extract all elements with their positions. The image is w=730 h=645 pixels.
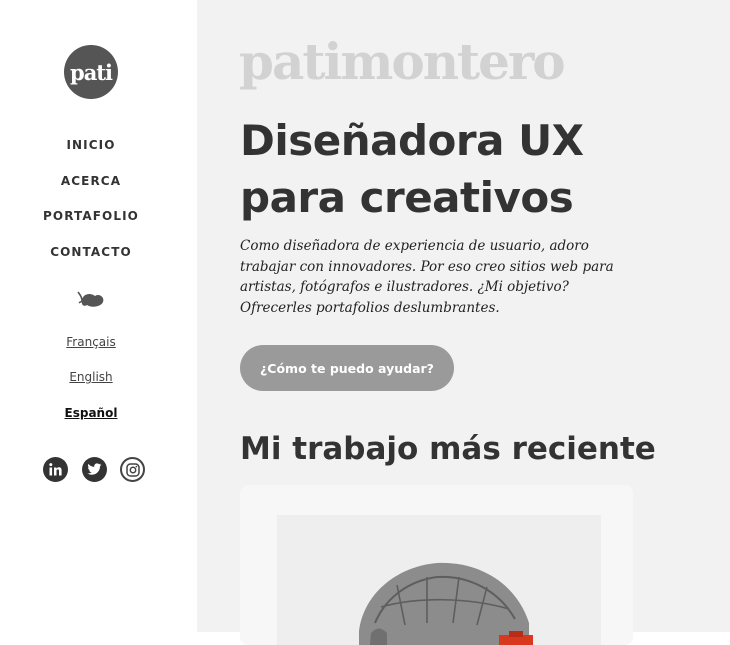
nav-item-inicio[interactable]: INICIO xyxy=(0,138,182,152)
intro-text: Como diseñadora de experiencia de usuari… xyxy=(240,238,614,316)
tortoise-illustration xyxy=(359,562,533,645)
cta-help-button[interactable]: ¿Cómo te puedo ayudar? xyxy=(240,345,454,391)
nav-item-acerca[interactable]: ACERCA xyxy=(0,174,182,188)
logo[interactable]: pati xyxy=(64,45,118,99)
page-title-line-2: para creativos xyxy=(240,173,574,222)
main-content: patimontero Diseñadora UX para creativos… xyxy=(197,0,730,645)
nav-item-portafolio[interactable]: PORTAFOLIO xyxy=(0,209,182,223)
nav-item-contacto[interactable]: CONTACTO xyxy=(0,245,182,259)
brand-wordmark: patimontero xyxy=(239,32,566,91)
language-francais[interactable]: Français xyxy=(0,335,182,349)
instagram-icon[interactable] xyxy=(120,457,145,482)
page-title-line-1: Diseñadora UX xyxy=(240,116,584,165)
language-english[interactable]: English xyxy=(0,370,182,384)
recent-work-heading: Mi trabajo más reciente xyxy=(240,431,656,467)
leaf-icon xyxy=(77,291,104,307)
linkedin-icon[interactable] xyxy=(43,457,68,482)
twitter-icon[interactable] xyxy=(82,457,107,482)
sidebar: pati INICIO ACERCA PORTAFOLIO CONTACTO F… xyxy=(0,0,197,632)
language-espanol[interactable]: Español xyxy=(0,406,182,420)
project-image[interactable] xyxy=(277,515,601,645)
page-title: Diseñadora UX para creativos xyxy=(240,112,584,226)
recent-work-card[interactable] xyxy=(240,485,633,645)
